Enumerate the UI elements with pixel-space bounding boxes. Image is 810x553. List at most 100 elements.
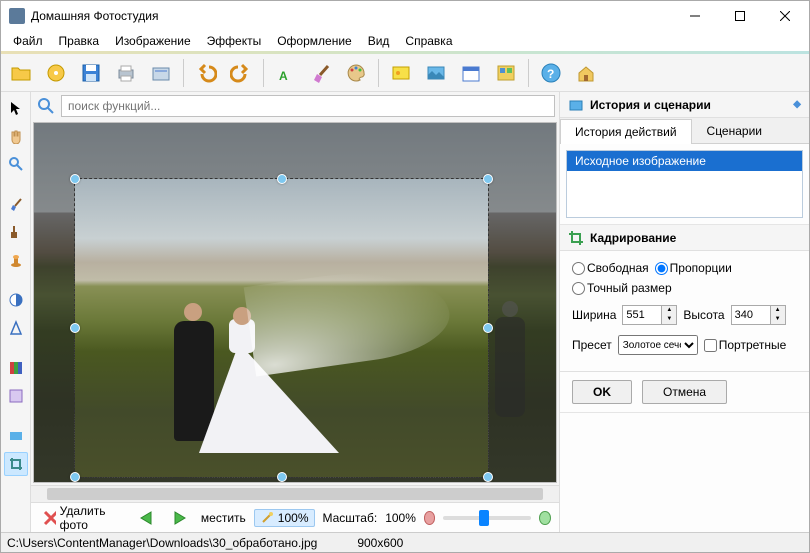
toolbar-separator <box>263 59 264 87</box>
crop-panel: Кадрирование Свободная Пропорции Точный … <box>560 225 809 413</box>
svg-text:?: ? <box>547 67 554 81</box>
fit-button[interactable]: 100% <box>254 509 315 527</box>
contrast-tool[interactable] <box>4 288 28 312</box>
crop-options: Свободная Пропорции Точный размер Ширина… <box>560 251 809 365</box>
close-button[interactable] <box>762 2 807 30</box>
history-header: История и сценарии ◆ <box>560 92 809 118</box>
clone-tool[interactable] <box>4 220 28 244</box>
crop-handle-br[interactable] <box>483 472 493 482</box>
undo-button[interactable] <box>190 57 222 89</box>
center-area: Удалить фото местить 100% Масштаб: 100% <box>31 92 559 532</box>
maximize-button[interactable] <box>717 2 762 30</box>
search-input[interactable] <box>61 95 555 117</box>
hand-tool[interactable] <box>4 124 28 148</box>
home-button[interactable] <box>570 57 602 89</box>
crop-mode-row: Свободная Пропорции Точный размер <box>572 261 797 295</box>
width-input[interactable]: ▲▼ <box>622 305 677 325</box>
search-row <box>31 92 559 120</box>
redo-button[interactable] <box>225 57 257 89</box>
zoom-in-button[interactable] <box>539 511 551 525</box>
brush-tool[interactable] <box>4 192 28 216</box>
menu-design[interactable]: Оформление <box>269 32 359 50</box>
delete-label: Удалить фото <box>60 504 121 532</box>
pointer-tool[interactable] <box>4 96 28 120</box>
portrait-checkbox[interactable]: Портретные <box>704 338 787 352</box>
radio-exact[interactable]: Точный размер <box>572 281 672 295</box>
menu-view[interactable]: Вид <box>360 32 398 50</box>
calendar-button[interactable] <box>455 57 487 89</box>
zoom-out-button[interactable] <box>424 511 436 525</box>
window-title: Домашняя Фотостудия <box>31 9 672 23</box>
preset-select[interactable]: Золотое сечение <box>618 335 698 355</box>
crop-selection[interactable] <box>74 178 489 478</box>
status-bar: C:\Users\ContentManager\Downloads\30_обр… <box>1 532 809 552</box>
fit-label: 100% <box>278 511 309 525</box>
main-toolbar: A ? <box>1 54 809 92</box>
height-label: Высота <box>683 308 724 322</box>
delete-photo-button[interactable]: Удалить фото <box>39 502 125 534</box>
history-title: История и сценарии <box>590 98 711 112</box>
horizontal-scrollbar[interactable] <box>31 485 559 502</box>
effects-button[interactable] <box>385 57 417 89</box>
palette-button[interactable] <box>340 57 372 89</box>
crop-icon <box>568 230 584 246</box>
minimize-button[interactable] <box>672 2 717 30</box>
radio-free[interactable]: Свободная <box>572 261 649 275</box>
svg-text:A: A <box>279 69 288 83</box>
stamp-tool[interactable] <box>4 248 28 272</box>
status-path: C:\Users\ContentManager\Downloads\30_обр… <box>7 536 317 550</box>
ok-button[interactable]: OK <box>572 380 632 404</box>
frame-button[interactable] <box>420 57 452 89</box>
menu-edit[interactable]: Правка <box>51 32 108 50</box>
history-panel: История и сценарии ◆ История действий Сц… <box>560 92 809 225</box>
crop-handle-tc[interactable] <box>277 174 287 184</box>
zoom-slider[interactable] <box>443 516 531 520</box>
sharpen-tool[interactable] <box>4 316 28 340</box>
print-button[interactable] <box>110 57 142 89</box>
text-button[interactable]: A <box>270 57 302 89</box>
scan-button[interactable] <box>145 57 177 89</box>
collapse-icon[interactable]: ◆ <box>793 99 801 110</box>
crop-handle-ml[interactable] <box>70 323 80 333</box>
width-label: Ширина <box>572 308 616 322</box>
height-input[interactable]: ▲▼ <box>731 305 786 325</box>
prev-button[interactable] <box>133 507 159 529</box>
crop-handle-bc[interactable] <box>277 472 287 482</box>
save-button[interactable] <box>75 57 107 89</box>
brush-button[interactable] <box>305 57 337 89</box>
history-item[interactable]: Исходное изображение <box>567 151 802 171</box>
zoom-tool[interactable] <box>4 152 28 176</box>
help-button[interactable]: ? <box>535 57 567 89</box>
collage-button[interactable] <box>490 57 522 89</box>
toolbar-separator <box>183 59 184 87</box>
tab-history[interactable]: История действий <box>560 119 692 144</box>
image-canvas[interactable] <box>33 122 557 483</box>
zoom-label: Масштаб: <box>323 511 378 525</box>
crop-handle-tl[interactable] <box>70 174 80 184</box>
menu-effects[interactable]: Эффекты <box>199 32 270 50</box>
history-list[interactable]: Исходное изображение <box>566 150 803 218</box>
delete-icon <box>43 510 56 526</box>
history-icon <box>568 97 584 113</box>
catalog-button[interactable] <box>40 57 72 89</box>
menu-bar: Файл Правка Изображение Эффекты Оформлен… <box>1 31 809 51</box>
menu-file[interactable]: Файл <box>5 32 51 50</box>
crop-handle-bl[interactable] <box>70 472 80 482</box>
gradient-tool[interactable] <box>4 424 28 448</box>
menu-help[interactable]: Справка <box>397 32 460 50</box>
curves-tool[interactable] <box>4 384 28 408</box>
open-button[interactable] <box>5 57 37 89</box>
radio-proportions[interactable]: Пропорции <box>655 261 732 275</box>
levels-tool[interactable] <box>4 356 28 380</box>
crop-handle-mr[interactable] <box>483 323 493 333</box>
menu-image[interactable]: Изображение <box>107 32 199 50</box>
preset-row: Пресет Золотое сечение Портретные <box>572 335 797 355</box>
status-dimensions: 900x600 <box>357 536 403 550</box>
dimensions-row: Ширина ▲▼ Высота ▲▼ <box>572 305 797 325</box>
crop-handle-tr[interactable] <box>483 174 493 184</box>
cancel-button[interactable]: Отмена <box>642 380 727 404</box>
tab-scenarios[interactable]: Сценарии <box>692 118 777 143</box>
toolbar-separator <box>528 59 529 87</box>
crop-tool[interactable] <box>4 452 28 476</box>
next-button[interactable] <box>167 507 193 529</box>
